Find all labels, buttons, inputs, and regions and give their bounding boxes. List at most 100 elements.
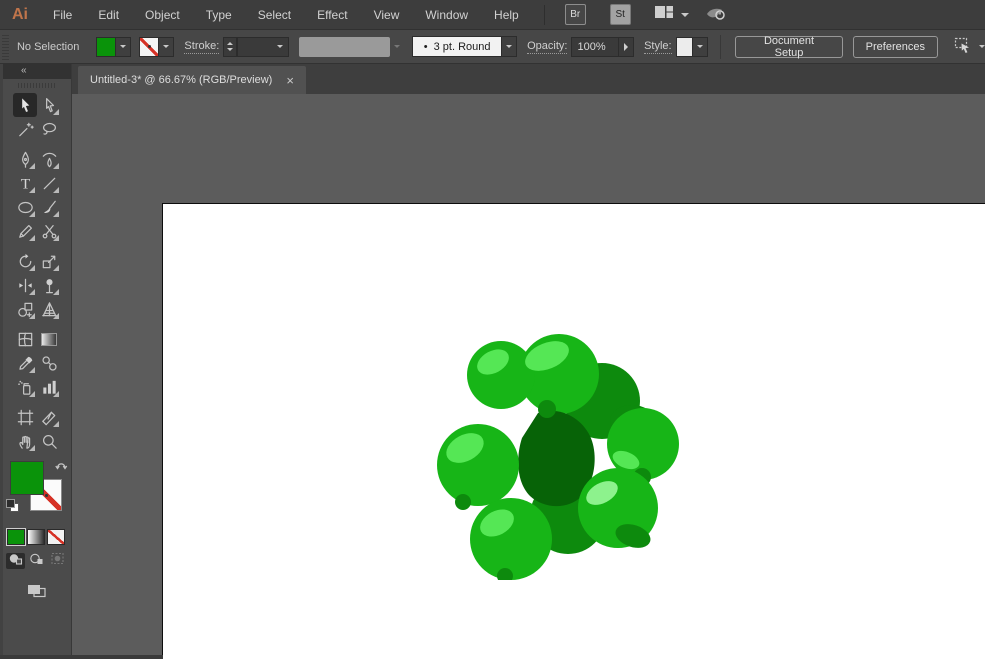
eyedropper-tool[interactable] [13, 351, 37, 375]
select-similar-button[interactable] [952, 34, 985, 59]
symbol-sprayer-icon [16, 378, 35, 397]
document-tab[interactable]: Untitled-3* @ 66.67% (RGB/Preview) × [78, 66, 306, 94]
swap-fill-stroke-icon[interactable] [54, 459, 69, 478]
puppet-warp-tool[interactable] [37, 273, 61, 297]
menu-help[interactable]: Help [481, 0, 532, 30]
draw-normal-button[interactable] [6, 553, 25, 569]
stroke-color-dropdown[interactable] [159, 36, 175, 57]
draw-behind-icon [29, 552, 44, 570]
menu-window[interactable]: Window [412, 0, 481, 30]
gpu-performance-button[interactable] [703, 2, 727, 27]
line-segment-tool[interactable] [37, 171, 61, 195]
column-graph-icon [40, 378, 59, 397]
type-tool[interactable]: T [13, 171, 37, 195]
brush-definition-value: 3 pt. Round [433, 40, 491, 53]
draw-behind-button[interactable] [27, 553, 46, 569]
perspective-grid-tool[interactable] [37, 297, 61, 321]
curvature-tool[interactable] [37, 147, 61, 171]
fill-color-swatch[interactable] [96, 36, 117, 57]
lasso-icon [40, 120, 59, 139]
slice-tool[interactable] [37, 405, 61, 429]
menu-effect[interactable]: Effect [304, 0, 360, 30]
shape-builder-tool[interactable] [13, 297, 37, 321]
menu-edit[interactable]: Edit [85, 0, 132, 30]
default-fill-stroke-icon[interactable] [6, 499, 20, 513]
stroke-weight-stepper[interactable] [223, 36, 238, 57]
document-setup-button[interactable]: Document Setup [735, 35, 843, 59]
rotate-tool[interactable] [13, 249, 37, 273]
gradient-button[interactable] [27, 529, 45, 545]
canvas-area[interactable] [72, 94, 985, 659]
paintbrush-tool[interactable] [37, 195, 61, 219]
fill-color-dropdown[interactable] [116, 36, 132, 57]
fill-color-control [96, 36, 132, 57]
symbol-sprayer-tool[interactable] [13, 375, 37, 399]
status-strip [0, 655, 163, 659]
bridge-button[interactable]: Br [564, 4, 586, 25]
tools-panel-header[interactable]: « [3, 64, 71, 79]
menu-file[interactable]: File [40, 0, 85, 30]
brush-definition-dropdown[interactable] [502, 36, 518, 57]
gpu-performance-icon [703, 2, 727, 27]
pen-tool[interactable] [13, 147, 37, 171]
hand-icon [16, 432, 35, 451]
menu-select[interactable]: Select [245, 0, 304, 30]
width-tool[interactable] [13, 273, 37, 297]
artboard-tool[interactable] [13, 405, 37, 429]
menu-type[interactable]: Type [193, 0, 245, 30]
menu-object[interactable]: Object [132, 0, 193, 30]
selection-tool[interactable] [13, 93, 37, 117]
scissors-tool[interactable] [37, 219, 61, 243]
style-swatch[interactable] [675, 36, 694, 57]
menu-view[interactable]: View [361, 0, 413, 30]
magic-wand-icon [16, 120, 35, 139]
perspective-grid-icon [40, 300, 59, 319]
ellipse-tool[interactable] [13, 195, 37, 219]
gradient-tool[interactable] [37, 327, 61, 351]
direct-selection-tool[interactable] [37, 93, 61, 117]
document-tab-bar: Untitled-3* @ 66.67% (RGB/Preview) × [72, 64, 985, 94]
column-graph-tool[interactable] [37, 375, 61, 399]
stroke-color-control [139, 36, 175, 57]
style-label[interactable]: Style: [644, 40, 672, 54]
chevron-down-icon [277, 45, 284, 48]
brush-definition-field[interactable]: • 3 pt. Round [412, 36, 503, 57]
tools-panel-grip[interactable] [3, 79, 71, 92]
opacity-label[interactable]: Opacity: [527, 40, 568, 54]
preferences-button[interactable]: Preferences [852, 35, 938, 58]
opacity-flyout-button[interactable] [619, 36, 635, 57]
magic-wand-tool[interactable] [13, 117, 37, 141]
lasso-tool[interactable] [37, 117, 61, 141]
color-button[interactable] [6, 528, 26, 546]
artboard[interactable] [162, 203, 985, 659]
artboard-icon [16, 408, 35, 427]
stroke-weight-label[interactable]: Stroke: [184, 40, 220, 54]
stroke-weight-combo[interactable] [237, 36, 289, 57]
stroke-color-swatch[interactable] [139, 36, 160, 57]
pen-icon [16, 150, 35, 169]
chevron-down-icon [120, 45, 127, 48]
style-dropdown[interactable] [693, 36, 709, 57]
illustrator-window: Ai File Edit Object Type Select Effect View Win… [0, 0, 985, 659]
direct-selection-icon [40, 96, 59, 115]
tools-panel: « T [0, 64, 72, 655]
collapse-panel-icon[interactable]: « [21, 65, 26, 76]
shape-builder-icon [16, 300, 35, 319]
tab-close-button[interactable]: × [286, 74, 294, 87]
zoom-tool[interactable] [37, 429, 61, 453]
opacity-field[interactable]: 100% [571, 36, 620, 57]
arrange-documents-button[interactable] [653, 3, 689, 26]
pencil-tool[interactable] [13, 219, 37, 243]
artwork-berry-cluster[interactable] [420, 310, 680, 580]
hand-tool[interactable] [13, 429, 37, 453]
fill-swatch-large[interactable] [10, 461, 44, 495]
scale-tool[interactable] [37, 249, 61, 273]
none-button[interactable] [47, 529, 65, 545]
stock-button[interactable]: St [609, 4, 631, 25]
document-tab-title: Untitled-3* @ 66.67% (RGB/Preview) [90, 74, 273, 86]
screen-mode-button[interactable] [24, 581, 50, 604]
brush-dot-icon: • [423, 40, 428, 53]
control-bar-grip[interactable] [2, 33, 9, 60]
blend-tool[interactable] [37, 351, 61, 375]
mesh-tool[interactable] [13, 327, 37, 351]
